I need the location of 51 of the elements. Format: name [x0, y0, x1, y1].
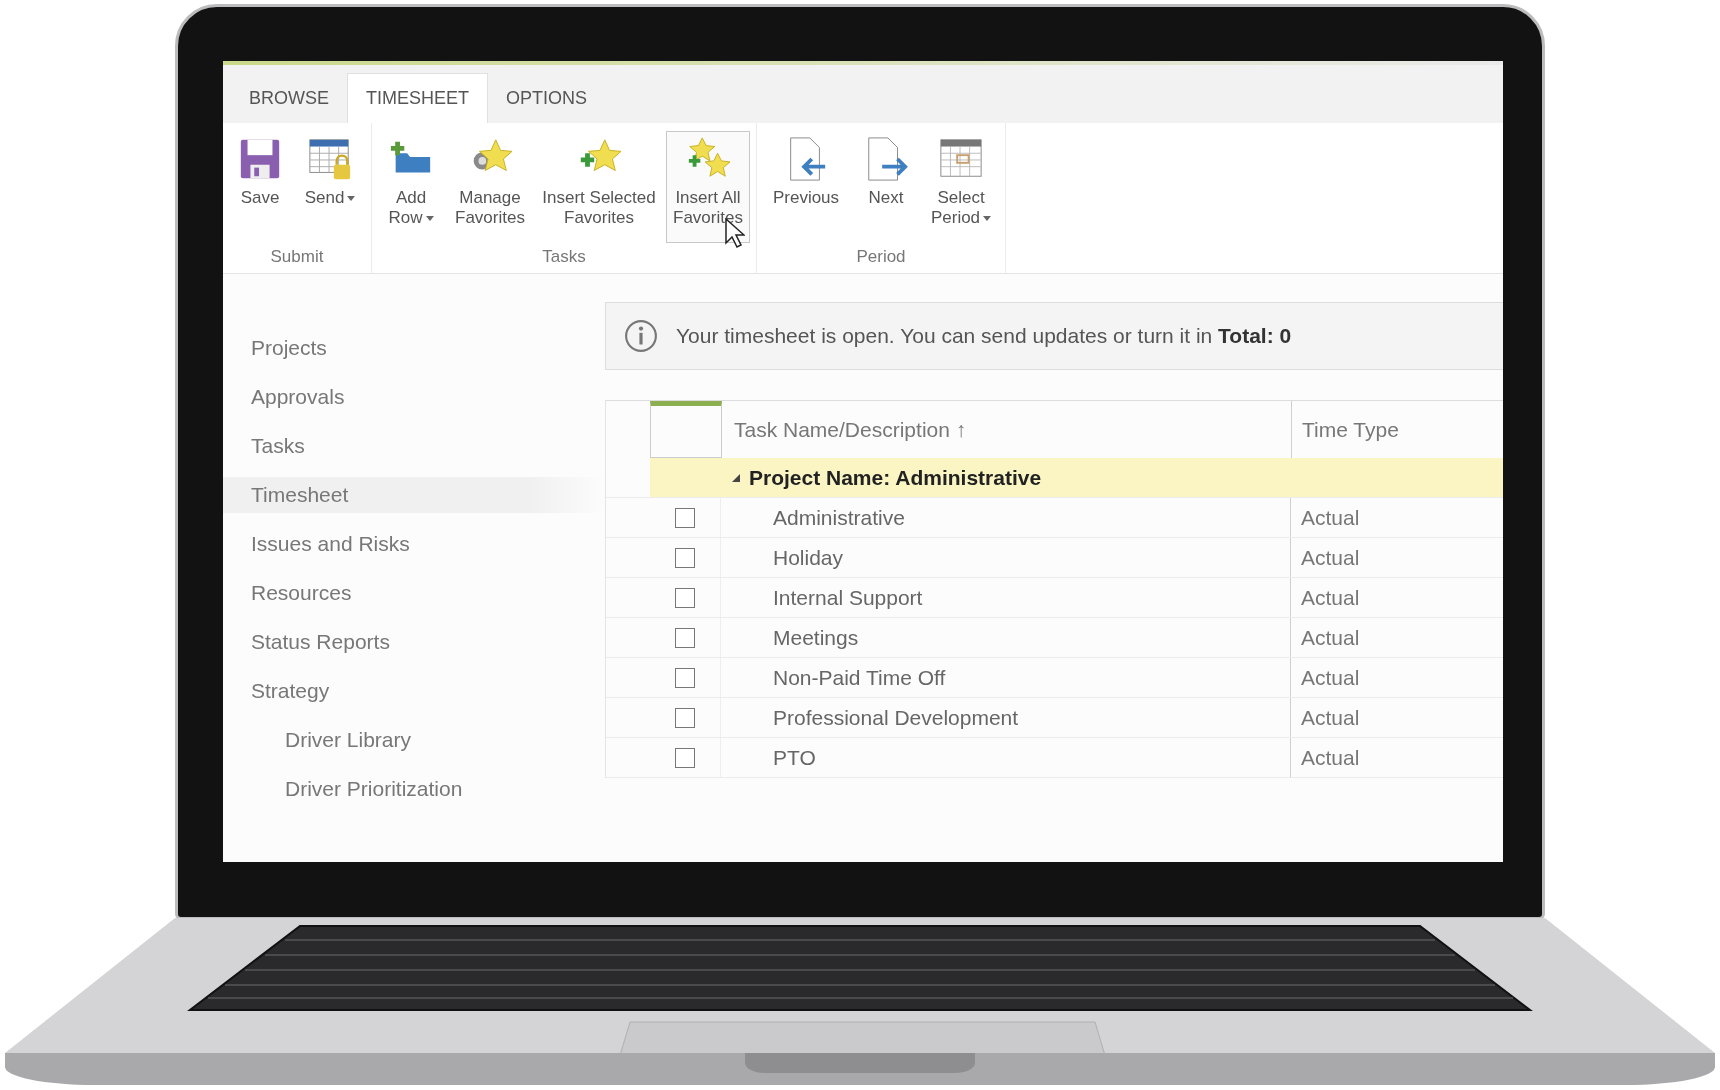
ribbon-button[interactable]: Insert Selected Favorites [536, 131, 662, 243]
task-name-cell-text: Holiday [772, 545, 844, 570]
time-type-cell: Actual [1301, 505, 1360, 530]
info-message: Your timesheet is open. You can send updates or turn it in Total: 0 [676, 324, 1292, 348]
ribbon-button[interactable]: Add Row [378, 131, 444, 243]
row-checkbox[interactable] [675, 667, 695, 688]
time-type-cell: Actual [1301, 745, 1360, 770]
nav-link[interactable]: Tasks [223, 428, 605, 477]
row-checkbox[interactable] [675, 627, 695, 648]
ribbon-button[interactable]: Save [229, 131, 291, 243]
ribbon-tab[interactable]: OPTIONS [488, 73, 606, 123]
nav-link[interactable]: Driver Prioritization [223, 771, 605, 820]
info-icon [624, 319, 658, 353]
nav-link[interactable]: Approvals [223, 379, 605, 428]
group-header-row[interactable]: Project Name: Administrative [650, 458, 1503, 497]
row-checkbox[interactable] [675, 747, 695, 768]
nav-link[interactable]: Driver Library [223, 722, 605, 771]
task-name-cell-text: Professional Development [772, 705, 1019, 730]
time-type-cell: Actual [1301, 545, 1360, 570]
nav-link[interactable]: Strategy [223, 673, 605, 722]
row-checkbox[interactable] [675, 707, 695, 728]
time-type-cell: Actual [1301, 705, 1360, 730]
ribbon-button[interactable]: Send [295, 131, 365, 243]
column-header[interactable]: Task Name/Description ↑ [722, 401, 1279, 458]
nav-link[interactable]: Projects [223, 330, 605, 379]
nav-link[interactable]: Status Reports [223, 624, 605, 673]
task-name-cell-text: Non-Paid Time Off [772, 665, 946, 690]
ribbon-button[interactable]: Next [853, 131, 919, 243]
ribbon-button[interactable]: Manage Favorites [448, 131, 532, 243]
time-type-cell: Actual [1301, 665, 1360, 690]
task-name-cell-text: Administrative [772, 505, 905, 530]
ribbon-group-label: Tasks [541, 246, 587, 268]
row-checkbox[interactable] [675, 547, 695, 568]
row-checkbox[interactable] [675, 507, 695, 528]
ribbon-group-label: Submit [269, 246, 325, 268]
time-type-cell: Actual [1301, 585, 1360, 610]
ribbon-tab[interactable]: BROWSE [231, 73, 347, 123]
collapse-triangle-icon[interactable] [732, 473, 740, 482]
group-title: Project Name: Administrative [749, 465, 1042, 490]
time-type-cell: Actual [1301, 625, 1360, 650]
calendar-lock-icon [307, 136, 353, 182]
ribbon-button[interactable]: Previous [763, 131, 849, 243]
ribbon-tab[interactable]: TIMESHEET [347, 73, 489, 123]
task-name-cell-text: Internal Support [772, 585, 923, 610]
task-name-cell-text: PTO [772, 745, 816, 770]
task-name-cell-text: Meetings [772, 625, 859, 650]
ribbon-group-label: Period [855, 246, 907, 268]
ribbon-button[interactable]: Select Period [923, 131, 999, 243]
row-checkbox[interactable] [675, 587, 695, 608]
nav-link[interactable]: Resources [223, 575, 605, 624]
nav-link[interactable]: Issues and Risks [223, 526, 605, 575]
